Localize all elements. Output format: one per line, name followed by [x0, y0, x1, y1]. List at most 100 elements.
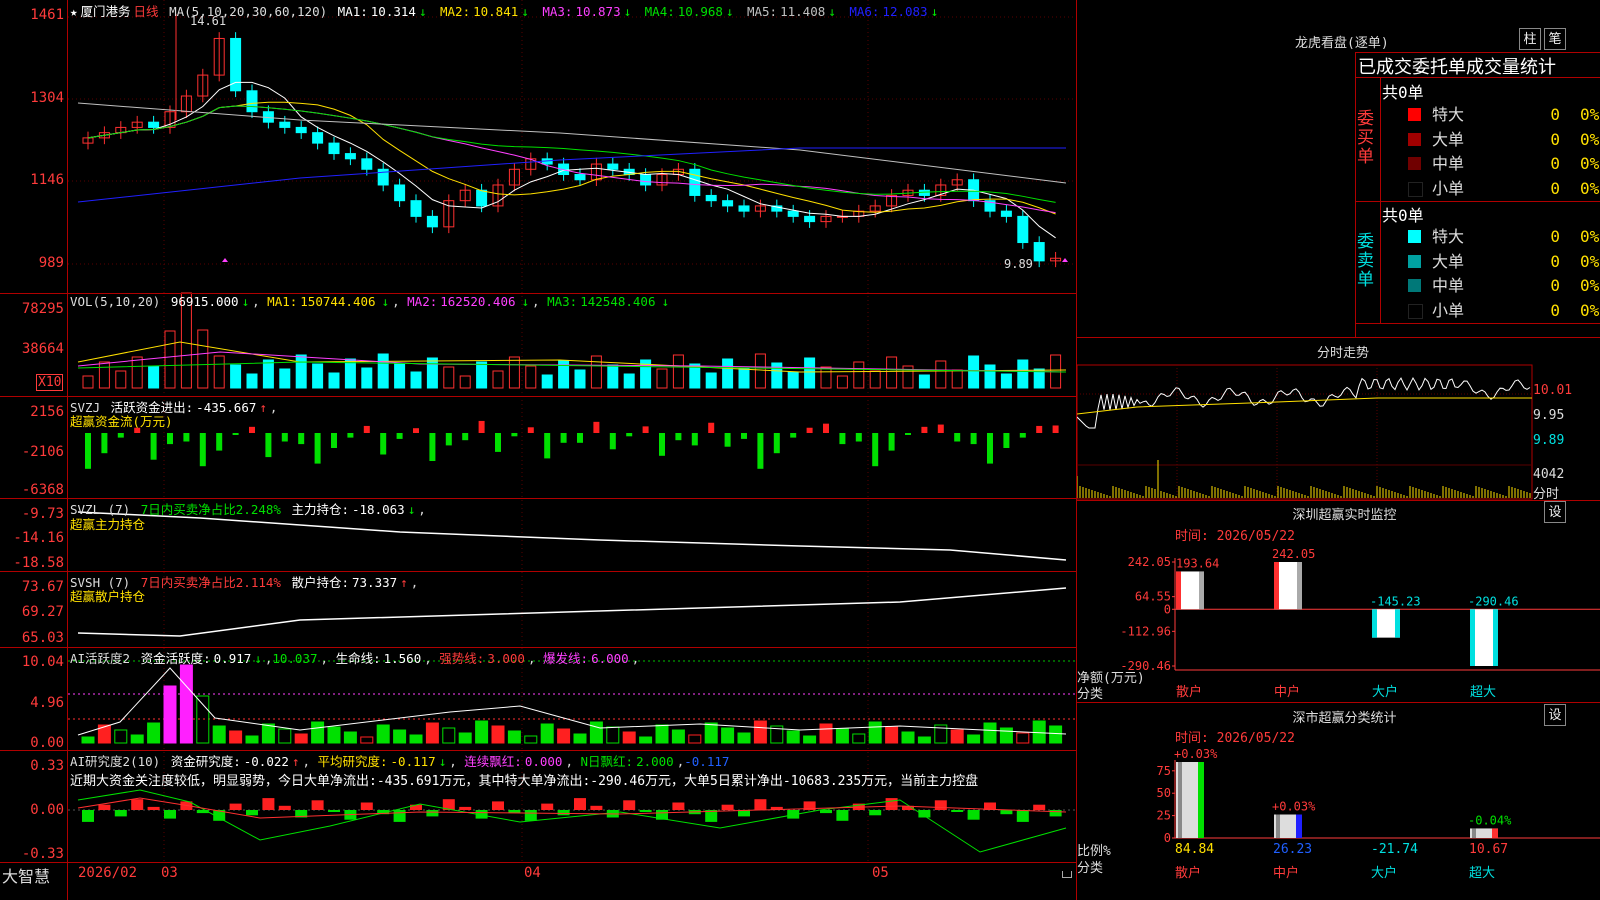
research-bar — [360, 802, 373, 810]
activity-bar — [868, 721, 882, 744]
volume-bar — [426, 357, 438, 389]
ratio-bar-edge — [1178, 762, 1182, 838]
activity-bar — [606, 726, 620, 744]
y-tick-label: 50 — [1157, 786, 1171, 800]
research-bar — [131, 799, 144, 810]
research-bar — [885, 798, 898, 810]
activity-bar — [622, 731, 636, 744]
y-tick: 1461 — [30, 7, 64, 23]
pct-value: 0% — [1580, 154, 1600, 173]
period-label[interactable]: 日线 — [134, 4, 159, 19]
ratio-bar-edge — [1472, 828, 1476, 838]
color-swatch — [1408, 181, 1423, 197]
candle-body — [705, 194, 717, 202]
buy-total: 共0单 — [1382, 83, 1424, 102]
research-bar — [623, 800, 636, 810]
activity-bar — [835, 728, 849, 744]
volume-bar — [541, 374, 553, 389]
flow-bar — [183, 433, 190, 442]
flow-bar — [691, 433, 698, 446]
candle-body — [426, 215, 438, 228]
y-tick-label: 25 — [1157, 809, 1171, 823]
activity-bar — [589, 721, 603, 744]
activity-bar — [114, 729, 128, 744]
classify-bar-chart: 75 50 25 0 84.84 散户 26.23 中户 -21.74 大户 10.67 超大 +0.0… — [1157, 747, 1600, 881]
activity-bar — [885, 726, 899, 744]
y-tick: -6368 — [21, 482, 64, 498]
qty-value: 0 — [1550, 300, 1560, 320]
monitor-settings-button[interactable]: 设 — [1544, 501, 1566, 523]
activity-bar — [327, 726, 341, 744]
volume-bar — [82, 375, 94, 389]
volume-bar — [836, 375, 848, 389]
research-bar — [426, 810, 439, 817]
flow-bar — [773, 433, 780, 454]
sell-row-3: 小单 0 0% — [1408, 299, 1600, 323]
volume-bar — [394, 362, 406, 389]
size-label: 特大 — [1432, 105, 1465, 124]
flow-bar — [708, 422, 715, 433]
ma4: MA4: 10.968 ↓ — [644, 4, 734, 19]
research-bar — [278, 805, 291, 810]
volume-bar — [623, 373, 635, 389]
color-swatch — [1408, 132, 1421, 146]
flow-bar — [249, 426, 255, 433]
chart-area[interactable]: 1461 1304 1146 989 ★ 厦门港务 日线 MA(5,10,20,30… — [0, 0, 1077, 900]
bar-view-button[interactable]: 柱 — [1519, 28, 1541, 50]
research-bar — [639, 810, 652, 812]
y-tick-label: -112.96 — [1120, 624, 1171, 638]
volume-bar — [148, 365, 160, 389]
activity-bar — [737, 732, 751, 744]
qty-value: 0 — [1550, 129, 1560, 149]
bar-value-label: 193.64 — [1176, 556, 1219, 570]
category-label: 中户 — [1273, 865, 1299, 881]
activity-bar — [393, 729, 407, 744]
candle-body — [689, 168, 701, 196]
tick-view-button[interactable]: 笔 — [1544, 28, 1566, 50]
activity-bar — [573, 733, 587, 744]
change-label: -0.04% — [1468, 813, 1512, 827]
flow-bar — [626, 433, 633, 437]
flow-bar — [331, 433, 337, 448]
x-tick: 03 — [161, 865, 178, 881]
classify-settings-button[interactable]: 设 — [1544, 704, 1566, 726]
svzl-subtitle: 超赢主力持仓 — [70, 517, 146, 532]
volume-bar — [951, 369, 963, 389]
flow-bar — [85, 433, 91, 469]
activity-bar — [442, 727, 456, 744]
volume-bar — [197, 329, 209, 389]
ma6: MA6: 12.083 ↓ — [849, 4, 939, 19]
minute-chart[interactable] — [1077, 362, 1600, 500]
volume-bar — [607, 364, 619, 389]
flow-bar — [741, 433, 747, 439]
volume-bar — [590, 355, 602, 389]
sell-total: 共0单 — [1382, 206, 1424, 225]
ratio-bar-edge — [1296, 814, 1302, 838]
candle-body — [738, 205, 750, 212]
flow-bar — [216, 433, 223, 451]
activity-bar — [163, 685, 177, 744]
category-label: 超大 — [1470, 685, 1496, 700]
flow-bar — [478, 420, 485, 433]
volume-bar — [312, 363, 324, 389]
pct-value: 0% — [1580, 178, 1600, 198]
activity-bar — [130, 734, 144, 744]
star-icon[interactable]: ★ — [70, 4, 78, 19]
lock-icon[interactable] — [1062, 871, 1072, 878]
volume-bar — [574, 369, 586, 389]
svzl-line — [77, 511, 1067, 561]
flow-bar — [642, 426, 649, 433]
flow-bar — [363, 425, 370, 433]
minute-vol-tick: 4042 — [1533, 467, 1565, 482]
minute-price-line — [1077, 376, 1531, 429]
size-label: 中单 — [1432, 276, 1465, 295]
flow-bar — [462, 433, 469, 441]
x-tick: 05 — [872, 865, 889, 881]
color-swatch — [1408, 303, 1423, 319]
bar-value-label: -21.74 — [1371, 842, 1418, 857]
svsh-line — [77, 587, 1067, 637]
activity-bar — [229, 730, 243, 744]
color-swatch — [1408, 254, 1421, 268]
activity-bar — [1016, 732, 1030, 744]
pct-value: 0% — [1580, 129, 1600, 149]
